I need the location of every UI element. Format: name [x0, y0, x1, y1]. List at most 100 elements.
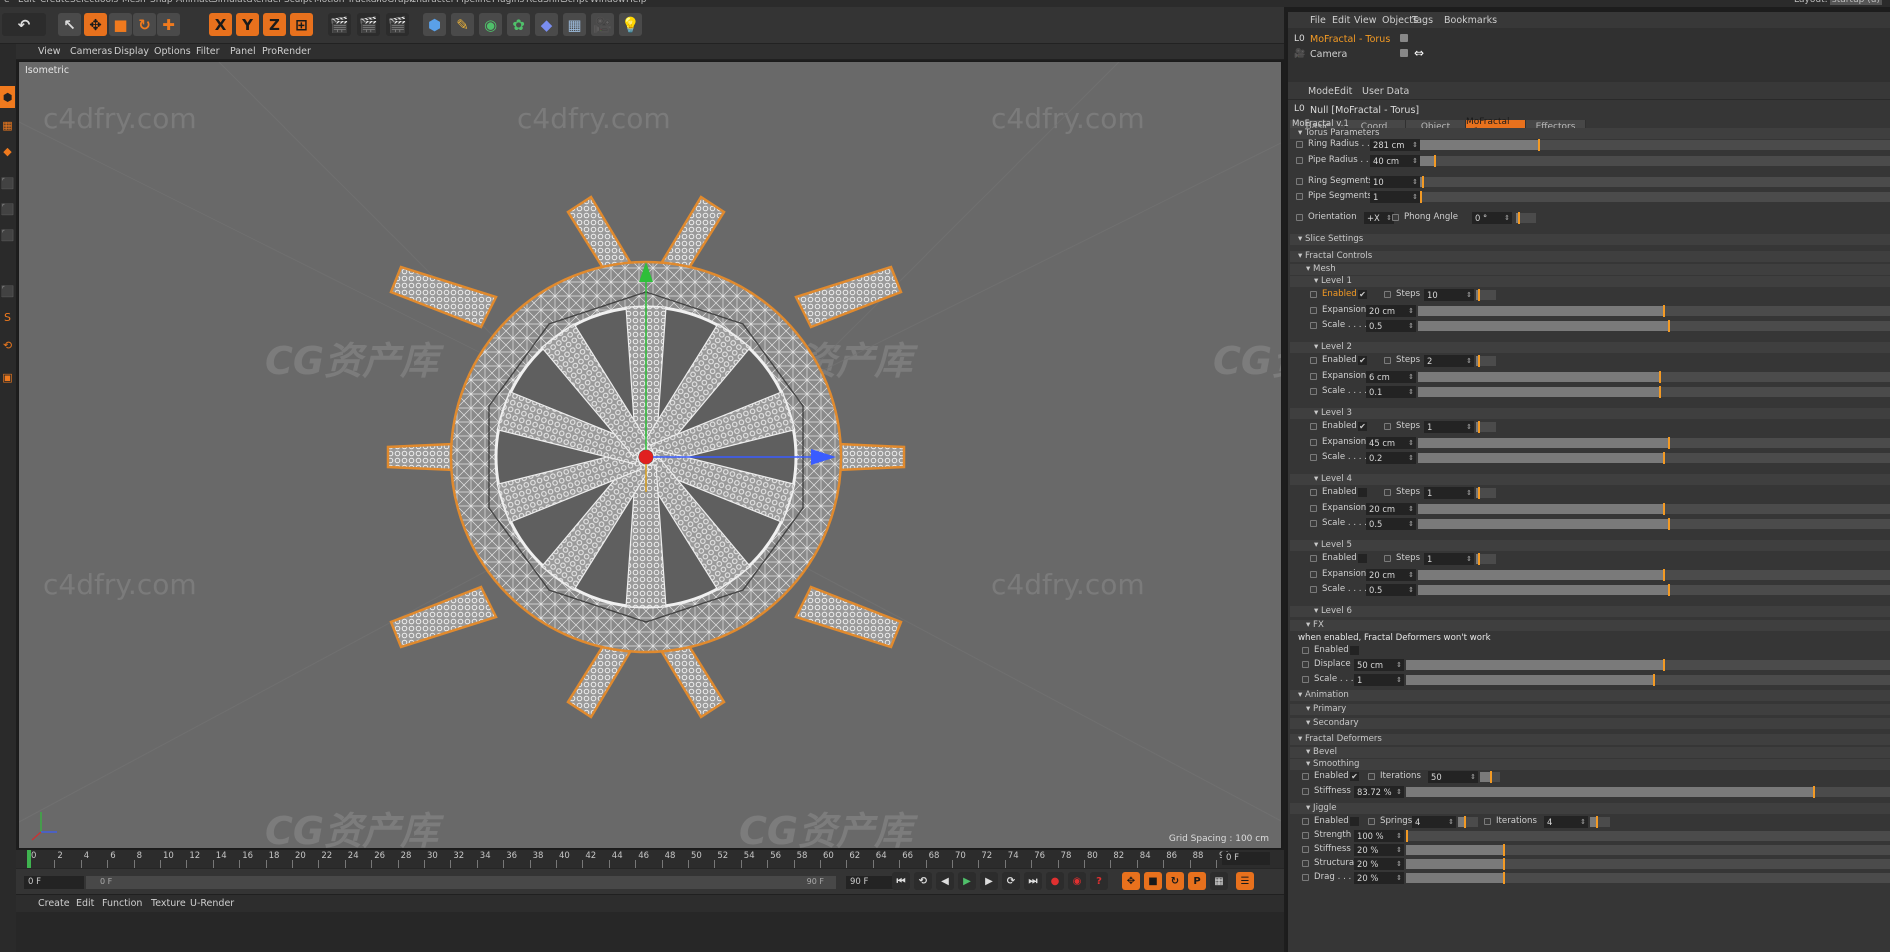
jiggle-stiffness-slider[interactable]	[1406, 844, 1890, 856]
ring-radius-slider[interactable]	[1420, 139, 1890, 151]
keyframe-icon[interactable]	[1310, 357, 1317, 364]
texture-mode-icon[interactable]: ▦	[0, 114, 15, 136]
section-level-3[interactable]: ▾ Level 3	[1290, 408, 1890, 419]
subdivision-icon[interactable]: ◉	[479, 13, 502, 36]
orientation-dropdown[interactable]: +X ⇕	[1364, 212, 1394, 224]
section-mesh[interactable]: ▾ Mesh	[1290, 264, 1890, 275]
slider-handle[interactable]	[1668, 320, 1671, 332]
viewport-menu-cameras[interactable]: Cameras	[70, 46, 112, 57]
move-icon[interactable]: ✥	[84, 13, 107, 36]
section-fractal-deformers[interactable]: ▾ Fractal Deformers	[1290, 734, 1890, 745]
level-steps-field[interactable]: 10 ⇕	[1424, 289, 1474, 301]
selection-tool-icon[interactable]: ↖	[58, 13, 81, 36]
jiggle-drag-slider[interactable]	[1406, 872, 1890, 884]
level-enabled-checkbox[interactable]: ✔	[1358, 290, 1367, 299]
menu-item[interactable]: Select	[70, 0, 98, 5]
keyframe-icon[interactable]	[1310, 586, 1317, 593]
menu-item[interactable]: Animate	[176, 0, 214, 5]
timeline-menu-icon[interactable]: ☰	[1236, 872, 1254, 890]
layout-dropdown[interactable]: startup (u)	[1830, 0, 1882, 5]
level-scale-field[interactable]: 0.5 ⇕	[1366, 518, 1416, 530]
level-steps-slider[interactable]	[1476, 553, 1496, 565]
smooth-stiffness-slider[interactable]	[1406, 786, 1890, 798]
slider-handle[interactable]	[1502, 844, 1505, 856]
rotate-icon[interactable]: ↻	[133, 13, 156, 36]
jiggle-stiffness-field[interactable]: 20 % ⇕	[1354, 844, 1404, 856]
keyframe-icon[interactable]	[1368, 818, 1375, 825]
x-axis-icon[interactable]: X	[209, 13, 232, 36]
jiggle-iterations-slider[interactable]	[1590, 816, 1610, 828]
section-fractal-controls[interactable]: ▾ Fractal Controls	[1290, 251, 1890, 262]
slider-handle[interactable]	[1502, 858, 1505, 870]
viewport-menu-options[interactable]: Options	[154, 46, 191, 57]
section-torus-parameters[interactable]: ▾ Torus Parameters	[1290, 128, 1890, 139]
phong-angle-field[interactable]: 0 ° ⇕	[1472, 212, 1512, 224]
level-expansion-slider[interactable]	[1418, 437, 1890, 449]
mograph-cloner-icon[interactable]: ✿	[507, 13, 530, 36]
object-row-mofractal[interactable]: L0 MoFractal - Torus	[1294, 34, 1408, 45]
keyframe-icon[interactable]	[1368, 773, 1375, 780]
points-mode-icon[interactable]: ⬛	[0, 172, 15, 194]
menu-item[interactable]: Window	[590, 0, 626, 5]
keyframe-icon[interactable]	[1384, 489, 1391, 496]
record-icon[interactable]: ●	[1046, 872, 1064, 890]
goto-end-icon[interactable]: ⏭	[1024, 872, 1042, 890]
section-bevel[interactable]: ▾ Bevel	[1290, 747, 1890, 758]
keyframe-icon[interactable]	[1310, 489, 1317, 496]
level-scale-field[interactable]: 0.5 ⇕	[1366, 320, 1416, 332]
level-expansion-field[interactable]: 20 cm ⇕	[1366, 305, 1416, 317]
spinner-arrows-icon[interactable]: ⇕	[1412, 191, 1418, 203]
menu-item[interactable]: Motion Tracker	[314, 0, 380, 5]
keyframe-icon[interactable]	[1310, 454, 1317, 461]
object-manager-menu-item[interactable]: File	[1310, 15, 1326, 26]
slider-handle[interactable]	[1464, 816, 1466, 828]
render-picture-viewer-icon[interactable]: 🎬	[357, 13, 380, 36]
jiggle-enabled-checkbox[interactable]	[1350, 817, 1359, 826]
slider-handle[interactable]	[1668, 518, 1671, 530]
slider-handle[interactable]	[1517, 212, 1520, 224]
slider-handle[interactable]	[1658, 386, 1661, 398]
slider-handle[interactable]	[1663, 569, 1666, 581]
render-view-icon[interactable]: 🎬	[328, 13, 351, 36]
start-frame-field[interactable]: 0 F	[24, 876, 84, 889]
spinner-arrows-icon[interactable]: ⇕	[1408, 503, 1414, 515]
keyframe-icon[interactable]	[1384, 423, 1391, 430]
level-expansion-field[interactable]: 45 cm ⇕	[1366, 437, 1416, 449]
jiggle-structural-field[interactable]: 20 % ⇕	[1354, 858, 1404, 870]
menu-item[interactable]: e	[4, 0, 10, 5]
menu-item[interactable]: Simulate	[212, 0, 252, 5]
spinner-arrows-icon[interactable]: ⇕	[1396, 844, 1402, 856]
attribute-menu-item[interactable]: Edit	[1334, 86, 1352, 97]
spinner-arrows-icon[interactable]: ⇕	[1408, 437, 1414, 449]
visibility-icon[interactable]	[1400, 49, 1408, 57]
spinner-arrows-icon[interactable]: ⇕	[1396, 858, 1402, 870]
attribute-menu-item[interactable]: Mode	[1308, 86, 1334, 97]
keyframe-icon[interactable]	[1310, 439, 1317, 446]
level-expansion-slider[interactable]	[1418, 371, 1890, 383]
slider-handle[interactable]	[1478, 289, 1480, 301]
keyframe-icon[interactable]	[1310, 373, 1317, 380]
level-scale-slider[interactable]	[1418, 518, 1890, 530]
slider-handle[interactable]	[1662, 659, 1665, 671]
material-menu-item[interactable]: Texture	[151, 898, 186, 909]
keyframe-icon[interactable]	[1392, 214, 1399, 221]
slider-handle[interactable]	[1812, 786, 1815, 798]
keyframe-icon[interactable]	[1296, 193, 1303, 200]
viewport-menu-filter[interactable]: Filter	[196, 46, 220, 57]
spinner-arrows-icon[interactable]: ⇕	[1408, 452, 1414, 464]
keyframe-icon[interactable]	[1302, 818, 1309, 825]
cube-icon[interactable]: ⬢	[423, 13, 446, 36]
snap-icon[interactable]: S	[0, 306, 15, 328]
attribute-menu-item[interactable]: User Data	[1362, 86, 1409, 97]
jiggle-springs-slider[interactable]	[1458, 816, 1478, 828]
menu-item[interactable]: Create	[40, 0, 70, 5]
playhead[interactable]	[27, 850, 31, 868]
ring-segments-field[interactable]: 10 ⇕	[1370, 176, 1420, 188]
pipe-radius-field[interactable]: 40 cm ⇕	[1370, 155, 1420, 167]
menu-item[interactable]: Tools	[96, 0, 118, 5]
spinner-arrows-icon[interactable]: ⇕	[1396, 674, 1402, 686]
spinner-arrows-icon[interactable]: ⇕	[1412, 139, 1418, 151]
object-row-camera[interactable]: 🎥 Camera ⇔	[1294, 46, 1424, 60]
smooth-enabled-checkbox[interactable]: ✔	[1350, 772, 1359, 781]
level-expansion-field[interactable]: 6 cm ⇕	[1366, 371, 1416, 383]
